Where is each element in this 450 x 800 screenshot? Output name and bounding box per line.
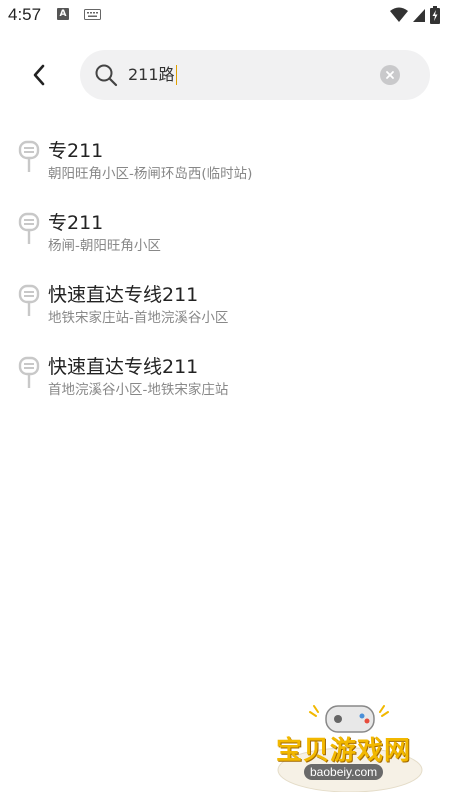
clear-search-button[interactable] (380, 65, 400, 85)
signal-icon (413, 9, 425, 22)
route-description: 朝阳旺角小区-杨闸环岛西(临时站) (48, 166, 253, 182)
route-name: 专211 (48, 212, 104, 234)
bus-stop-icon (18, 284, 40, 316)
route-name: 快速直达专线211 (48, 356, 199, 378)
search-box[interactable]: 211路 (80, 50, 430, 100)
bus-stop-icon (18, 356, 40, 388)
list-item[interactable]: 专211 朝阳旺角小区-杨闸环岛西(临时站) (0, 128, 450, 200)
route-description: 地铁宋家庄站-首地浣溪谷小区 (48, 310, 229, 326)
chevron-left-icon (33, 64, 45, 86)
bus-stop-icon (18, 212, 40, 244)
close-icon (386, 71, 394, 79)
route-name: 快速直达专线211 (48, 284, 199, 306)
battery-icon (430, 6, 440, 24)
text-caret (175, 65, 178, 85)
list-item[interactable]: 快速直达专线211 地铁宋家庄站-首地浣溪谷小区 (0, 272, 450, 344)
app-notification-icon: A (57, 8, 69, 20)
search-icon (95, 64, 118, 87)
back-button[interactable] (24, 60, 54, 90)
route-description: 杨闸-朝阳旺角小区 (48, 238, 161, 254)
bus-stop-icon (18, 140, 40, 172)
keyboard-icon (84, 9, 101, 20)
search-query-text: 211路 (128, 65, 175, 84)
result-list: 专211 朝阳旺角小区-杨闸环岛西(临时站) 专211 杨闸-朝阳旺角小区 快速… (0, 128, 450, 416)
watermark-title: 宝贝游戏网 (276, 736, 412, 766)
status-time: 4:57 (8, 5, 42, 24)
status-bar: 4:57 A (0, 0, 450, 30)
watermark-logo: 宝贝游戏网 baobeiy.com (270, 700, 430, 792)
search-header: 211路 (0, 48, 450, 102)
route-name: 专211 (48, 140, 104, 162)
search-input[interactable]: 211路 (128, 50, 368, 100)
route-description: 首地浣溪谷小区-地铁宋家庄站 (48, 382, 229, 398)
list-item[interactable]: 快速直达专线211 首地浣溪谷小区-地铁宋家庄站 (0, 344, 450, 416)
watermark-url: baobeiy.com (304, 764, 384, 780)
wifi-icon (390, 7, 408, 22)
list-item[interactable]: 专211 杨闸-朝阳旺角小区 (0, 200, 450, 272)
